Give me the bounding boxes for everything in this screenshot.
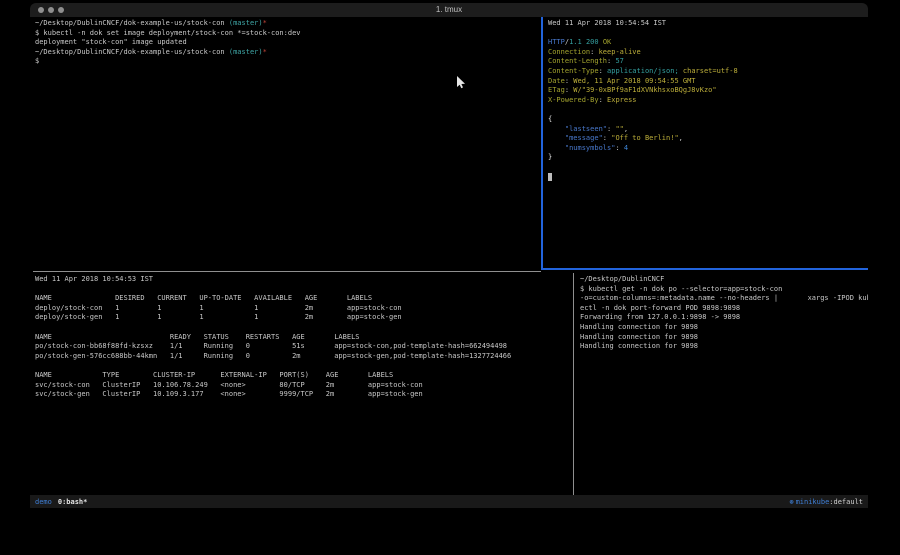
- terminal-line: "numsymbols": 4: [548, 144, 868, 154]
- terminal-line: Wed 11 Apr 2018 10:54:53 IST: [35, 275, 573, 285]
- terminal-line: po/stock-gen-576cc688bb-44kmn 1/1 Runnin…: [35, 352, 573, 362]
- terminal-line: ~/Desktop/DublinCNCF: [580, 275, 868, 285]
- terminal-line: Content-Type: application/json; charset=…: [548, 67, 868, 77]
- window-tab-bash[interactable]: 0:bash*: [58, 498, 88, 506]
- block-cursor: [548, 173, 552, 181]
- title-bar[interactable]: 1. tmux: [30, 3, 868, 17]
- pane-shell-top-left[interactable]: ~/Desktop/DublinCNCF/dok-example-us/stoc…: [30, 17, 541, 272]
- terminal-line: -o=custom-columns=:metadata.name --no-he…: [580, 294, 868, 304]
- terminal-line: [548, 163, 868, 173]
- mouse-cursor: [456, 76, 466, 89]
- terminal-line: [548, 29, 868, 39]
- pane-kubectl-watch[interactable]: Wed 11 Apr 2018 10:54:53 IST NAME DESIRE…: [30, 273, 573, 495]
- zoom-button[interactable]: [58, 7, 64, 13]
- pane-port-forward[interactable]: ~/Desktop/DublinCNCF$ kubectl get -n dok…: [575, 273, 868, 495]
- pane-http-response[interactable]: Wed 11 Apr 2018 10:54:54 IST HTTP/1.1 20…: [543, 17, 868, 268]
- kube-context: minikube: [796, 498, 830, 506]
- terminal-line: ectl -n dok port-forward POD 9898:9898: [580, 304, 868, 314]
- terminal-line: [35, 285, 573, 295]
- pane-border-horizontal[interactable]: [33, 271, 541, 272]
- kube-helm-icon: ⊛: [789, 498, 793, 506]
- terminal-line: ETag: W/"39-0xBPf9aF1dXVNkhsxoBQgJ8vKzo": [548, 86, 868, 96]
- active-pane-border-vertical[interactable]: [541, 17, 543, 270]
- terminal-line: $: [35, 57, 541, 67]
- terminal-line: [548, 173, 868, 184]
- terminal-line: "lastseen": "",: [548, 125, 868, 135]
- terminal-line: NAME READY STATUS RESTARTS AGE LABELS: [35, 333, 573, 343]
- terminal-line: Handling connection for 9898: [580, 342, 868, 352]
- active-pane-border-horizontal[interactable]: [541, 268, 868, 270]
- session-name: demo: [35, 498, 52, 506]
- window-title: 1. tmux: [30, 3, 868, 17]
- close-button[interactable]: [38, 7, 44, 13]
- terminal-line: deploy/stock-con 1 1 1 1 2m app=stock-co…: [35, 304, 573, 314]
- terminal-line: deployment "stock-con" image updated: [35, 38, 541, 48]
- traffic-lights: [38, 7, 64, 13]
- terminal-line: $ kubectl get -n dok po --selector=app=s…: [580, 285, 868, 295]
- terminal-line: ~/Desktop/DublinCNCF/dok-example-us/stoc…: [35, 19, 541, 29]
- terminal-window: 1. tmux ~/Desktop/DublinCNCF/dok-example…: [30, 3, 868, 508]
- terminal-line: $ kubectl -n dok set image deployment/st…: [35, 29, 541, 39]
- terminal-line: HTTP/1.1 200 OK: [548, 38, 868, 48]
- terminal-line: Forwarding from 127.0.0.1:9898 -> 9898: [580, 313, 868, 323]
- terminal-line: Handling connection for 9898: [580, 323, 868, 333]
- kube-namespace: :default: [829, 498, 863, 506]
- terminal-line: Handling connection for 9898: [580, 333, 868, 343]
- terminal-line: Wed 11 Apr 2018 10:54:54 IST: [548, 19, 868, 29]
- terminal-line: NAME DESIRED CURRENT UP-TO-DATE AVAILABL…: [35, 294, 573, 304]
- terminal-line: [548, 105, 868, 115]
- terminal-line: svc/stock-con ClusterIP 10.106.78.249 <n…: [35, 381, 573, 391]
- terminal-line: [35, 323, 573, 333]
- terminal-line: [35, 361, 573, 371]
- terminal-line: deploy/stock-gen 1 1 1 1 2m app=stock-ge…: [35, 313, 573, 323]
- terminal-line: NAME TYPE CLUSTER-IP EXTERNAL-IP PORT(S)…: [35, 371, 573, 381]
- minimize-button[interactable]: [48, 7, 54, 13]
- terminal-line: ~/Desktop/DublinCNCF/dok-example-us/stoc…: [35, 48, 541, 58]
- terminal-line: {: [548, 115, 868, 125]
- tmux-status-bar: demo 0:bash* ⊛ minikube :default: [30, 495, 868, 508]
- terminal-line: Content-Length: 57: [548, 57, 868, 67]
- terminal-line: Connection: keep-alive: [548, 48, 868, 58]
- terminal-line: }: [548, 153, 868, 163]
- terminal-line: svc/stock-gen ClusterIP 10.109.3.177 <no…: [35, 390, 573, 400]
- terminal-line: po/stock-con-bb68f88fd-kzsxz 1/1 Running…: [35, 342, 573, 352]
- terminal-line: "message": "Off to Berlin!",: [548, 134, 868, 144]
- pane-border-vertical[interactable]: [573, 273, 574, 495]
- terminal-line: X-Powered-By: Express: [548, 96, 868, 106]
- terminal-line: Date: Wed, 11 Apr 2018 09:54:55 GMT: [548, 77, 868, 87]
